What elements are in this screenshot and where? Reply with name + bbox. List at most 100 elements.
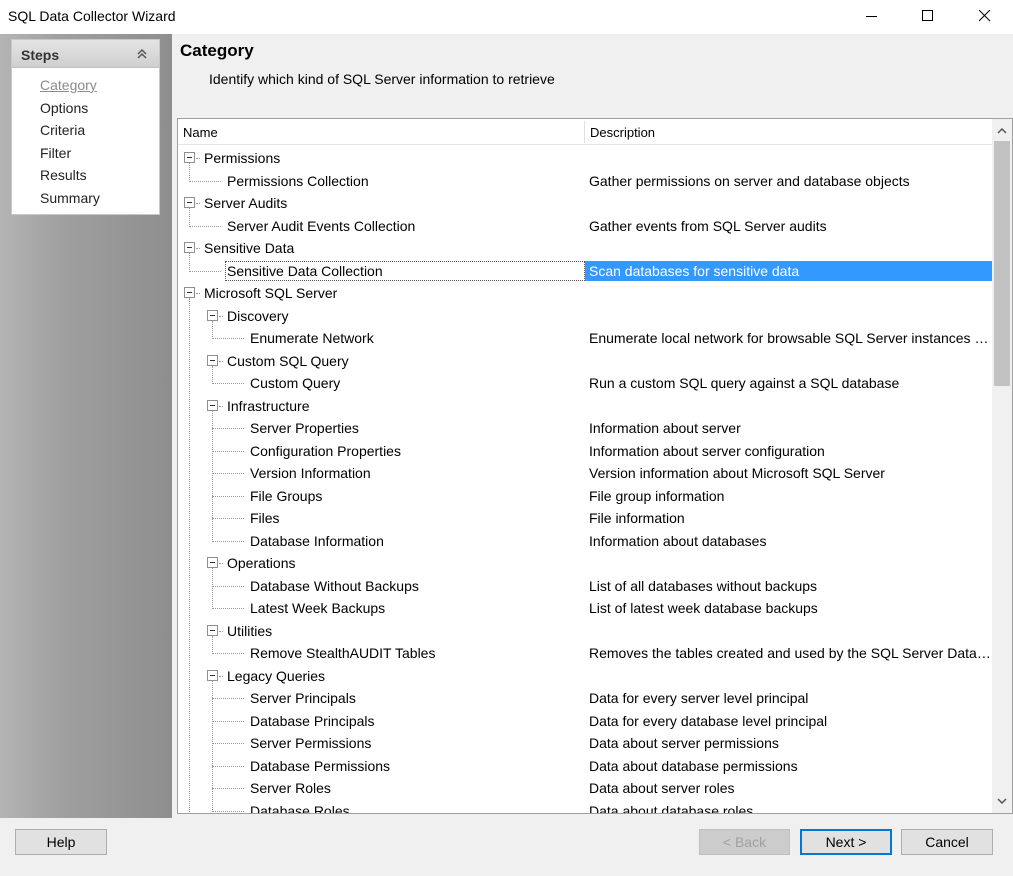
tree-item-row[interactable]: Database Information Information about da… bbox=[178, 530, 992, 553]
step-item-results[interactable]: Results bbox=[40, 164, 159, 187]
tree-group-row[interactable]: Permissions bbox=[178, 147, 992, 170]
tree-item-row[interactable]: Server Principals Data for every server l… bbox=[178, 687, 992, 710]
collapse-toggle-icon[interactable] bbox=[207, 669, 218, 681]
collapse-toggle-icon[interactable] bbox=[184, 197, 195, 208]
back-button[interactable]: < Back bbox=[699, 829, 790, 855]
tree-connector-line bbox=[212, 540, 244, 542]
column-separator[interactable] bbox=[584, 121, 585, 143]
step-item-category[interactable]: Category bbox=[40, 74, 159, 97]
tree-group-row[interactable]: Sensitive Data bbox=[178, 237, 992, 260]
step-item-criteria[interactable]: Criteria bbox=[40, 119, 159, 142]
collapse-toggle-icon[interactable] bbox=[184, 242, 195, 253]
scroll-down-button[interactable] bbox=[992, 791, 1012, 811]
tree-item-description: File information bbox=[589, 510, 685, 526]
next-button[interactable]: Next > bbox=[800, 829, 892, 855]
tree-item-row[interactable]: Permissions Collection Gather permissions… bbox=[178, 170, 992, 193]
steps-panel: Steps Category Options Criteria Filter Resul… bbox=[0, 34, 172, 818]
tree-item-row[interactable]: File Groups File group information bbox=[178, 485, 992, 508]
tree-item-description: Enumerate local network for browsable SQ… bbox=[589, 330, 991, 346]
tree-item-row[interactable]: Database Permissions Data about database … bbox=[178, 755, 992, 778]
tree-item-description: Gather permissions on server and databas… bbox=[589, 172, 910, 189]
tree-connector-line bbox=[219, 315, 223, 317]
tree-item-row[interactable]: Remove StealthAUDIT Tables Removes the ta… bbox=[178, 642, 992, 665]
tree-connector-line bbox=[212, 720, 244, 722]
tree-connector-line bbox=[196, 158, 200, 159]
tree-item-row[interactable]: Configuration Properties Information abou… bbox=[178, 440, 992, 463]
tree-item-row[interactable]: Latest Week Backups List of latest week d… bbox=[178, 597, 992, 620]
scrollbar-thumb[interactable] bbox=[994, 141, 1010, 386]
step-item-options[interactable]: Options bbox=[40, 97, 159, 120]
tree-item-row[interactable]: Files File information bbox=[178, 507, 992, 530]
tree-group-row[interactable]: Microsoft SQL Server bbox=[178, 282, 992, 305]
tree-item-description: Data about database roles bbox=[589, 802, 754, 814]
help-button[interactable]: Help bbox=[15, 829, 107, 855]
minimize-button[interactable] bbox=[844, 0, 900, 32]
tree-connector-line bbox=[212, 518, 244, 519]
collapse-toggle-icon[interactable] bbox=[184, 287, 195, 298]
tree-group-row[interactable]: Discovery bbox=[178, 305, 992, 328]
tree-item-name: Configuration Properties bbox=[250, 442, 401, 459]
tree-item-row[interactable]: Database Roles Data about database roles bbox=[178, 800, 992, 814]
tree-group-row[interactable]: Infrastructure bbox=[178, 395, 992, 418]
steps-list: Category Options Criteria Filter Results Summ… bbox=[12, 68, 159, 209]
tree-column-header: Name Description bbox=[178, 119, 992, 145]
tree-group-row[interactable]: Custom SQL Query bbox=[178, 350, 992, 373]
tree-item-row[interactable]: Server Audit Events Collection Gather eve… bbox=[178, 215, 992, 238]
tree-connector-line bbox=[212, 765, 244, 767]
tree-item-row[interactable]: Custom Query Run a custom SQL query again… bbox=[178, 372, 992, 395]
tree-item-row[interactable]: Database Principals Data for every databa… bbox=[178, 710, 992, 733]
tree-item-name: File Groups bbox=[250, 487, 323, 504]
collapse-toggle-icon[interactable] bbox=[207, 354, 218, 366]
tree-item-name: Sensitive Data Collection bbox=[227, 262, 383, 279]
cancel-button[interactable]: Cancel bbox=[901, 829, 993, 855]
collapse-toggle-icon[interactable] bbox=[207, 624, 218, 636]
tree-connector-line bbox=[219, 563, 223, 564]
tree-item-row[interactable]: Server Permissions Data about server perm… bbox=[178, 732, 992, 755]
tree-item-name: Server Audit Events Collection bbox=[227, 217, 416, 234]
tree-group-row[interactable]: Utilities bbox=[178, 620, 992, 643]
collapse-chevrons-icon[interactable] bbox=[135, 47, 149, 61]
category-tree[interactable]: Name Description Permissions Permissions … bbox=[177, 118, 1013, 814]
tree-connector-line bbox=[219, 360, 223, 362]
tree-connector-line bbox=[189, 180, 221, 182]
tree-group-row[interactable]: Server Audits bbox=[178, 192, 992, 215]
column-header-description[interactable]: Description bbox=[590, 125, 655, 140]
tree-connector-line bbox=[212, 338, 244, 339]
title-bar: SQL Data Collector Wizard bbox=[0, 0, 1013, 34]
step-item-filter[interactable]: Filter bbox=[40, 142, 159, 165]
tree-item-row[interactable]: Enumerate Network Enumerate local network… bbox=[178, 327, 992, 350]
tree-connector-line bbox=[196, 203, 200, 204]
tree-item-row[interactable]: Version Information Version information a… bbox=[178, 462, 992, 485]
collapse-toggle-icon[interactable] bbox=[207, 399, 218, 411]
tree-connector-line bbox=[212, 810, 244, 812]
tree-item-description: Data about server permissions bbox=[589, 735, 779, 751]
tree-item-name: Latest Week Backups bbox=[250, 600, 386, 616]
maximize-button[interactable] bbox=[900, 0, 956, 32]
tree-item-name: Files bbox=[250, 510, 280, 526]
tree-connector-line bbox=[212, 698, 244, 699]
collapse-toggle-icon[interactable] bbox=[207, 309, 218, 321]
tree-connector-line bbox=[212, 743, 244, 744]
tree-item-description: Information about databases bbox=[589, 532, 767, 549]
step-item-summary[interactable]: Summary bbox=[40, 187, 159, 210]
chevron-down-icon bbox=[997, 798, 1007, 804]
tree-group-row[interactable]: Operations bbox=[178, 552, 992, 575]
tree-group-row[interactable]: Legacy Queries bbox=[178, 665, 992, 688]
close-button[interactable] bbox=[957, 0, 1013, 32]
tree-item-row[interactable]: Server Properties Information about serve… bbox=[178, 417, 992, 440]
tree-item-row[interactable]: Server Roles Data about server roles bbox=[178, 777, 992, 800]
collapse-toggle-icon[interactable] bbox=[207, 557, 218, 568]
tree-item-name: Legacy Queries bbox=[227, 667, 326, 684]
tree-item-name: Microsoft SQL Server bbox=[204, 285, 338, 301]
tree-item-description: Run a custom SQL query against a SQL dat… bbox=[589, 375, 900, 391]
collapse-toggle-icon[interactable] bbox=[184, 152, 195, 163]
tree-connector-line bbox=[212, 473, 244, 474]
tree-item-name: Database Permissions bbox=[250, 757, 391, 774]
tree-item-row[interactable]: Database Without Backups List of all data… bbox=[178, 575, 992, 598]
tree-item-row[interactable]: Sensitive Data Collection Scan databases … bbox=[178, 260, 992, 283]
column-header-name[interactable]: Name bbox=[183, 125, 218, 140]
tree-item-description: Data for every database level principal bbox=[589, 712, 828, 729]
scroll-up-button[interactable] bbox=[992, 121, 1012, 141]
tree-item-name: Custom Query bbox=[250, 375, 341, 391]
vertical-scrollbar[interactable] bbox=[992, 119, 1012, 813]
